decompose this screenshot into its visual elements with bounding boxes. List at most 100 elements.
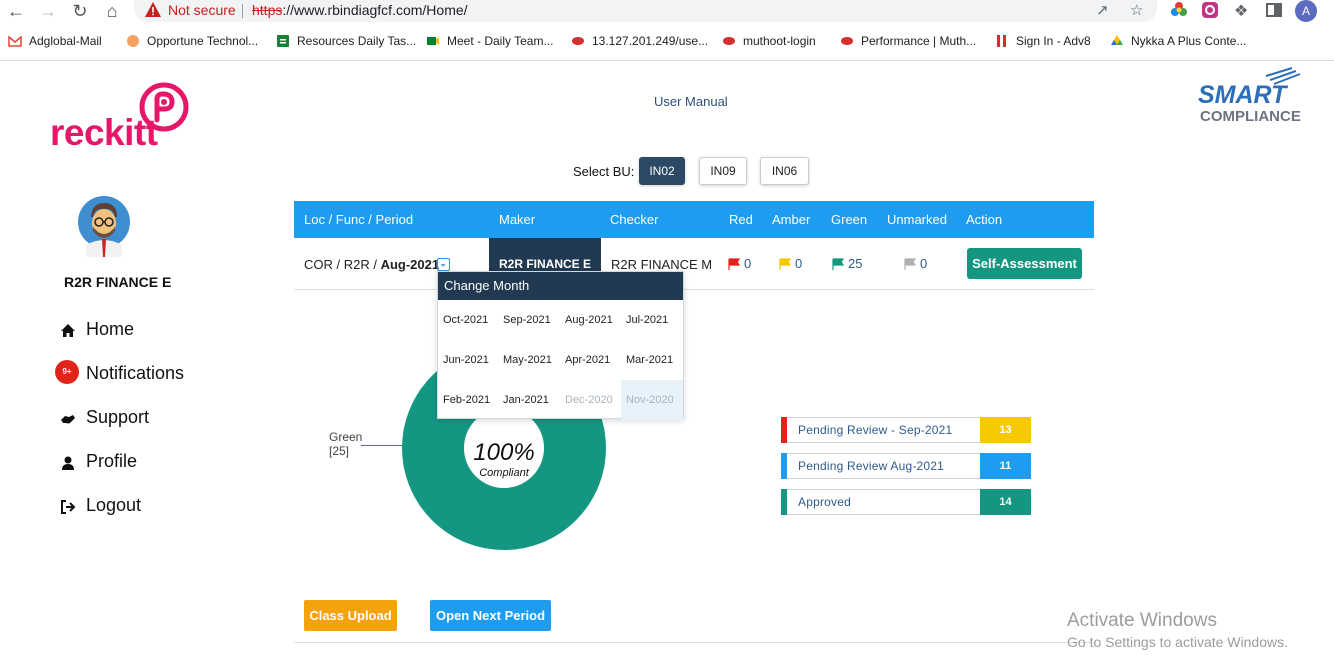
column-header: Action [966, 212, 1003, 227]
legend-value: [25] [329, 444, 350, 458]
profile-avatar-icon[interactable]: A [1295, 0, 1317, 22]
green-count-cell: 25 [832, 256, 862, 271]
smart-compliance-logo: SMART COMPLIANCE [1198, 67, 1301, 124]
browser-toolbar: ← → ↻ ⌂ Not secure https://www.rbindiagf… [0, 0, 1334, 24]
user-manual-link[interactable]: User Manual [654, 94, 728, 109]
camera-extension-icon[interactable] [1201, 1, 1219, 19]
bookmark-label: Nykka A Plus Conte... [1131, 34, 1247, 48]
maker-name: R2R FINANCE E [499, 257, 592, 271]
url-text[interactable]: https://www.rbindiagfcf.com/Home/ [252, 2, 468, 18]
omnibox-separator [242, 4, 243, 18]
share-icon[interactable]: ↗ [1096, 1, 1109, 19]
bookmark-item[interactable]: Sign In - Adv8 [995, 34, 1091, 52]
legend-label: Green [329, 430, 363, 444]
bookmark-item[interactable]: Resources Daily Tas... [276, 34, 416, 52]
sidepanel-icon[interactable] [1265, 1, 1283, 19]
user-avatar [78, 196, 130, 257]
open-next-period-button[interactable]: Open Next Period [430, 600, 551, 631]
activate-windows-title: Activate Windows [1067, 610, 1217, 631]
unmarked-count: 0 [920, 256, 928, 271]
status-color-bar [781, 489, 787, 515]
status-count: 14 [980, 489, 1031, 515]
red-flag-icon [728, 258, 740, 270]
back-arrow-icon[interactable]: ← [4, 0, 28, 22]
column-header: Amber [772, 212, 811, 227]
bu-button-in02[interactable]: IN02 [639, 157, 685, 185]
month-option[interactable]: Mar-2021 [626, 340, 686, 380]
bookmark-item[interactable]: Performance | Muth... [840, 34, 976, 52]
bu-button-in06[interactable]: IN06 [760, 157, 809, 185]
month-option[interactable]: Sep-2021 [503, 300, 563, 340]
change-month-title: Change Month [438, 272, 683, 300]
bookmark-item[interactable]: Opportune Technol... [126, 34, 258, 52]
address-bar[interactable]: Not secure https://www.rbindiagfcf.com/H… [134, 0, 1157, 22]
status-color-bar [781, 453, 787, 479]
select-bu-label: Select BU: [573, 164, 635, 179]
month-option[interactable]: Jan-2021 [503, 380, 563, 420]
chevron-down-icon [440, 264, 446, 267]
assessment-table-header: Loc / Func / Period Maker Checker Red Am… [294, 201, 1094, 238]
compliance-logo-word: COMPLIANCE [1200, 108, 1301, 124]
bookmark-item[interactable]: Meet - Daily Team... [426, 34, 553, 52]
smart-logo-word: SMART [1198, 81, 1289, 109]
gmail-icon [8, 35, 22, 47]
self-assessment-button[interactable]: Self-Assessment [967, 248, 1082, 279]
month-option[interactable]: Apr-2021 [565, 340, 625, 380]
bookmark-label: Resources Daily Tas... [297, 34, 417, 48]
reload-icon[interactable]: ↻ [68, 0, 92, 22]
class-upload-button[interactable]: Class Upload [304, 600, 397, 631]
reckitt-logo-text: reckitt [50, 112, 158, 153]
bookmark-label: Adglobal-Mail [29, 34, 102, 48]
bu-button-in09[interactable]: IN09 [699, 157, 747, 185]
sidebar-item-label: Support [86, 407, 150, 427]
warning-triangle-icon [145, 2, 161, 17]
status-pending-sep[interactable]: Pending Review - Sep-2021 13 [781, 417, 1031, 443]
month-option[interactable]: Oct-2021 [443, 300, 503, 340]
month-option[interactable]: Aug-2021 [565, 300, 625, 340]
month-option[interactable]: May-2021 [503, 340, 563, 380]
amber-count-cell: 0 [779, 256, 802, 271]
column-header: Checker [610, 212, 659, 227]
forward-arrow-icon[interactable]: → [36, 0, 60, 22]
month-option[interactable]: Jun-2021 [443, 340, 503, 380]
star-icon[interactable]: ☆ [1130, 1, 1143, 19]
donut-center-label: Compliant [479, 467, 529, 479]
home-page-icon[interactable]: ⌂ [100, 0, 124, 22]
bookmark-label: Sign In - Adv8 [1016, 34, 1091, 48]
url-path: ://www.rbindiagfcf.com/Home/ [282, 2, 468, 18]
bookmark-item[interactable]: Adglobal-Mail [8, 34, 102, 52]
grey-flag-icon [904, 258, 916, 270]
status-pending-aug[interactable]: Pending Review Aug-2021 11 [781, 453, 1031, 479]
sheets-icon [277, 35, 289, 47]
bookmark-item[interactable]: muthoot-login [722, 34, 816, 52]
color-extension-icon[interactable] [1170, 1, 1188, 19]
logout-icon [61, 500, 76, 514]
bookmark-item[interactable]: Nykka A Plus Conte... [1110, 34, 1246, 52]
status-count: 13 [980, 417, 1031, 443]
status-label: Pending Review Aug-2021 [798, 459, 945, 473]
red-count: 0 [744, 256, 752, 271]
table-row: COR / R2R / Aug-2021 R2R FINANCE E R2R F… [294, 238, 1094, 290]
activate-windows-subtitle: Go to Settings to activate Windows. [1067, 634, 1288, 650]
security-label: Not secure [168, 2, 236, 18]
drive-icon [1111, 35, 1123, 45]
status-label: Pending Review - Sep-2021 [798, 423, 953, 437]
column-header: Red [729, 212, 753, 227]
status-count: 11 [980, 453, 1031, 479]
puzzle-extensions-icon[interactable]: ❖ [1234, 1, 1252, 20]
loc-func-text: COR / R2R / [304, 257, 381, 272]
change-month-toggle[interactable] [437, 258, 450, 271]
month-option: Nov-2020 [621, 380, 683, 420]
sidebar-item-label: Home [86, 319, 135, 339]
muthoot-icon [723, 37, 735, 45]
status-approved[interactable]: Approved 14 [781, 489, 1031, 515]
month-option[interactable]: Feb-2021 [443, 380, 503, 420]
bookmark-label: muthoot-login [743, 34, 816, 48]
meet-icon [427, 37, 439, 45]
notifications-badge: 9+ [55, 360, 79, 384]
bottom-divider [294, 642, 1094, 643]
month-option[interactable]: Jul-2021 [626, 300, 686, 340]
home-icon [61, 324, 75, 337]
user-icon [62, 456, 74, 470]
bookmark-item[interactable]: 13.127.201.249/use... [571, 34, 708, 52]
